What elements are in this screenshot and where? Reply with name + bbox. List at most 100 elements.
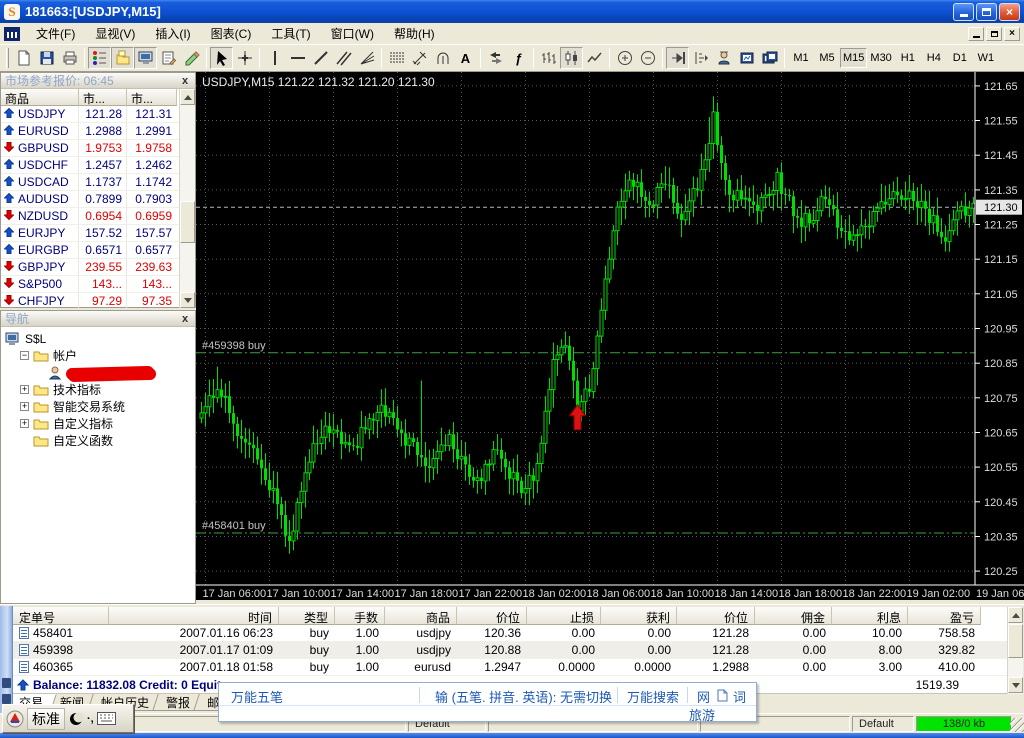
ime-candidate[interactable]: 旅游 <box>689 705 715 724</box>
ime-word-label[interactable]: 词 <box>733 687 746 706</box>
navigator-toggle-button[interactable] <box>111 47 134 69</box>
vertical-line-button[interactable] <box>263 47 286 69</box>
terminal-scrollbar[interactable] <box>1007 607 1023 694</box>
order-column-5[interactable]: 价位 <box>457 607 527 625</box>
order-row-459398[interactable]: 459398 2007.01.17 01:09 buy 1.00 usdjpy 120.8… <box>13 642 1007 659</box>
tree-item-自定义指标[interactable]: + 自定义指标 <box>1 415 195 432</box>
order-row-460365[interactable]: 460365 2007.01.18 01:58 buy 1.00 eurusd 1.294… <box>13 659 1007 676</box>
zoom-in-button[interactable] <box>613 47 636 69</box>
market-watch-column-header[interactable]: 市... <box>127 89 177 106</box>
text-label-button[interactable]: A <box>454 47 477 69</box>
cycle-lines-button[interactable] <box>431 47 454 69</box>
child-close-button[interactable]: × <box>1004 26 1020 41</box>
indicators-wizard-button[interactable] <box>712 47 735 69</box>
fibonacci-fan-button[interactable] <box>355 47 378 69</box>
ime-logo-icon[interactable] <box>6 710 24 728</box>
menu-item-1[interactable]: 显视(V) <box>85 22 145 45</box>
timeframe-m5-button[interactable]: M5 <box>814 48 840 68</box>
terminal-toggle-button[interactable] <box>134 47 157 69</box>
fibonacci-retracement-button[interactable] <box>385 47 408 69</box>
scrollbar-thumb[interactable] <box>1008 624 1023 658</box>
timeframe-w1-button[interactable]: W1 <box>973 48 999 68</box>
order-column-0[interactable]: 定单号 <box>13 607 109 625</box>
timeframe-h4-button[interactable]: H4 <box>921 48 947 68</box>
tree-item-account[interactable] <box>1 364 195 381</box>
metaeditor-button[interactable] <box>180 47 203 69</box>
status-template-segment[interactable]: Default <box>852 716 914 732</box>
navigator-close-icon[interactable]: x <box>179 313 191 325</box>
symbol-row-gbpusd[interactable]: GBPUSD 1.9753 1.9758 <box>1 140 195 157</box>
tree-item-自定义函数[interactable]: 自定义函数 <box>1 432 195 449</box>
profiles-button[interactable] <box>758 47 781 69</box>
toolbar-grip[interactable] <box>6 48 9 68</box>
market-watch-header[interactable]: 市场参考报价: 06:45 x <box>1 73 195 89</box>
horizontal-line-button[interactable] <box>286 47 309 69</box>
ime-web-label[interactable]: 网 <box>697 687 710 706</box>
ime-engine-label[interactable]: 万能五笔 <box>231 687 283 706</box>
tree-item-S$L[interactable]: S$L <box>1 330 195 347</box>
title-bar[interactable]: S 181663:[USDJPY,M15] × <box>0 0 1024 23</box>
market-watch-close-icon[interactable]: x <box>179 75 191 87</box>
price-chart[interactable]: #459398 buy #458401 buy 121.65 121.55 121.45… <box>196 72 1024 600</box>
chart-shift-button[interactable] <box>689 47 712 69</box>
line-chart-button[interactable] <box>583 47 606 69</box>
ime-toolbar[interactable]: 标准 ·, <box>2 704 134 733</box>
indicator-list-button[interactable]: ƒ <box>507 47 530 69</box>
child-minimize-button[interactable] <box>968 26 984 41</box>
expand-icon[interactable]: + <box>20 385 29 394</box>
timeframe-d1-button[interactable]: D1 <box>947 48 973 68</box>
order-column-2[interactable]: 类型 <box>279 607 335 625</box>
scroll-down-button[interactable] <box>180 292 195 308</box>
market-watch-toggle-button[interactable] <box>88 47 111 69</box>
market-watch-scrollbar[interactable] <box>179 89 195 308</box>
close-button[interactable]: × <box>999 2 1020 21</box>
symbol-row-sp500[interactable]: S&P500 143... 143... <box>1 276 195 293</box>
order-column-8[interactable]: 价位 <box>677 607 755 625</box>
order-column-3[interactable]: 手数 <box>335 607 385 625</box>
symbol-row-usdchf[interactable]: USDCHF 1.2457 1.2462 <box>1 157 195 174</box>
menu-item-2[interactable]: 插入(I) <box>145 22 200 45</box>
navigator-header[interactable]: 导航 x <box>1 311 195 327</box>
arrows-tool-button[interactable] <box>484 47 507 69</box>
expand-icon[interactable]: + <box>20 402 29 411</box>
timeframe-h1-button[interactable]: H1 <box>895 48 921 68</box>
new-chart-button[interactable] <box>12 47 35 69</box>
ime-punctuation-icon[interactable]: ·, <box>87 713 94 725</box>
ime-mode-label[interactable]: 标准 <box>27 707 65 730</box>
cursor-button[interactable] <box>210 47 233 69</box>
market-watch-column-header[interactable]: 商品 <box>1 89 79 106</box>
order-column-7[interactable]: 获利 <box>601 607 677 625</box>
andrews-pitchfork-button[interactable] <box>408 47 431 69</box>
symbol-row-usdcad[interactable]: USDCAD 1.1737 1.1742 <box>1 174 195 191</box>
new-order-button[interactable] <box>157 47 180 69</box>
timeframe-m30-button[interactable]: M30 <box>867 48 894 68</box>
ime-language-strip[interactable] <box>0 606 13 713</box>
ime-fullhalf-moon-icon[interactable] <box>68 711 84 727</box>
order-column-10[interactable]: 利息 <box>832 607 908 625</box>
timeframe-m15-button[interactable]: M15 <box>840 48 868 68</box>
save-button[interactable] <box>35 47 58 69</box>
order-column-4[interactable]: 商品 <box>385 607 457 625</box>
expand-icon[interactable]: + <box>20 419 29 428</box>
restore-button[interactable] <box>976 2 997 21</box>
auto-scroll-button[interactable] <box>666 47 689 69</box>
scroll-up-button[interactable] <box>1008 607 1023 623</box>
tree-item-智能交易系统[interactable]: + 智能交易系统 <box>1 398 195 415</box>
symbol-row-audusd[interactable]: AUDUSD 0.7899 0.7903 <box>1 191 195 208</box>
ime-search-label[interactable]: 万能搜索 <box>627 687 679 706</box>
symbol-row-eurjpy[interactable]: EURJPY 157.52 157.57 <box>1 225 195 242</box>
symbol-row-gbpjpy[interactable]: GBPJPY 239.55 239.63 <box>1 259 195 276</box>
ime-page-icon[interactable] <box>717 689 728 702</box>
order-column-1[interactable]: 时间 <box>109 607 279 625</box>
ime-strip-icon[interactable] <box>2 694 11 704</box>
ime-keyboard-icon[interactable] <box>96 712 116 725</box>
minimize-button[interactable] <box>953 2 974 21</box>
menu-item-5[interactable]: 窗口(W) <box>321 22 384 45</box>
order-column-9[interactable]: 佣金 <box>755 607 832 625</box>
channel-button[interactable] <box>332 47 355 69</box>
menu-item-4[interactable]: 工具(T) <box>261 22 320 45</box>
zoom-out-button[interactable] <box>636 47 659 69</box>
menu-item-6[interactable]: 帮助(H) <box>384 22 445 45</box>
collapse-icon[interactable]: − <box>20 351 29 360</box>
candlestick-chart-button[interactable] <box>560 47 583 69</box>
